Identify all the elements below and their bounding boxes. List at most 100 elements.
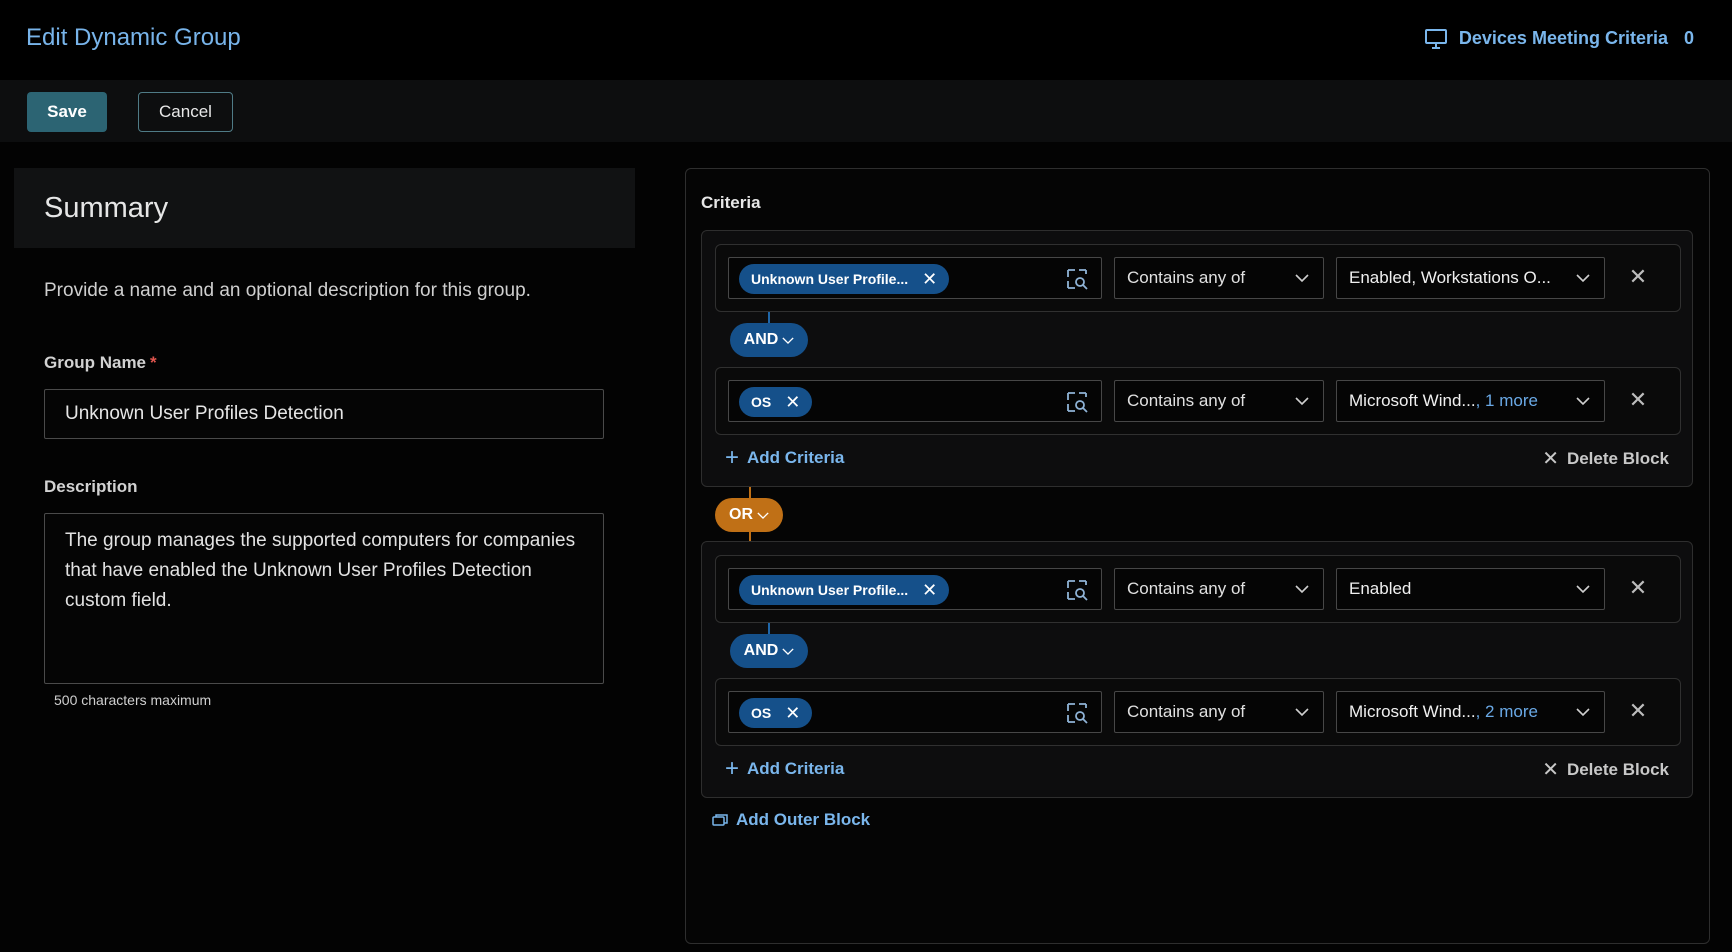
action-toolbar: Save Cancel	[0, 80, 1732, 142]
chevron-down-icon	[1576, 585, 1590, 594]
chevron-down-icon	[1576, 708, 1590, 717]
value-select[interactable]: Enabled, Workstations O...	[1336, 257, 1605, 299]
operator-select[interactable]: Contains any of	[1114, 257, 1324, 299]
description-label: Description	[44, 477, 138, 496]
field-selector[interactable]: OS ✕	[728, 691, 1102, 733]
add-block-icon	[712, 814, 728, 826]
operator-select[interactable]: Contains any of	[1114, 691, 1324, 733]
value-label: Microsoft Wind...	[1349, 391, 1476, 410]
add-criteria-button[interactable]: + Add Criteria	[725, 446, 844, 470]
description-textarea[interactable]: The group manages the supported computer…	[44, 513, 604, 684]
chevron-down-icon	[1295, 397, 1309, 406]
devices-count: 0	[1683, 28, 1694, 48]
and-label: AND	[743, 642, 779, 659]
operator-select[interactable]: Contains any of	[1114, 380, 1324, 422]
add-outer-block-button[interactable]: Add Outer Block	[712, 810, 870, 830]
field-picker-icon[interactable]	[1065, 267, 1089, 291]
group-name-label: Group Name *	[44, 353, 157, 373]
chevron-down-icon	[1295, 274, 1309, 283]
chevron-down-icon	[1576, 397, 1590, 406]
field-chip[interactable]: Unknown User Profile... ✕	[739, 264, 950, 294]
delete-block-button[interactable]: ✕ Delete Block	[1542, 446, 1669, 471]
chevron-down-icon	[1576, 274, 1590, 283]
monitor-icon	[1424, 28, 1447, 49]
delete-block-label: Delete Block	[1566, 448, 1669, 468]
value-label: Enabled, Workstations O...	[1349, 268, 1551, 287]
or-toggle[interactable]: OR	[715, 498, 783, 532]
add-criteria-label: Add Criteria	[747, 448, 845, 467]
field-selector[interactable]: Unknown User Profile... ✕	[728, 568, 1102, 610]
add-outer-block-label: Add Outer Block	[736, 810, 871, 829]
field-selector[interactable]: Unknown User Profile... ✕	[728, 257, 1102, 299]
value-select[interactable]: Microsoft Wind..., 2 more	[1336, 691, 1605, 733]
value-label: Enabled	[1349, 579, 1412, 598]
criteria-row: Unknown User Profile... ✕ Contains any o…	[715, 244, 1681, 312]
remove-row-icon[interactable]: ✕	[1628, 389, 1648, 411]
chevron-down-icon	[1295, 585, 1309, 594]
chip-remove-icon[interactable]: ✕	[922, 581, 937, 599]
field-chip-label: Unknown User Profile...	[751, 271, 909, 287]
cancel-button[interactable]: Cancel	[138, 92, 233, 132]
chevron-down-icon	[782, 647, 794, 655]
delete-block-label: Delete Block	[1566, 759, 1669, 779]
criteria-panel: Criteria Unknown User Profile... ✕ Conta…	[685, 168, 1710, 944]
chevron-down-icon	[757, 511, 769, 519]
chip-remove-icon[interactable]: ✕	[785, 704, 800, 722]
add-criteria-label: Add Criteria	[747, 759, 845, 778]
operator-select[interactable]: Contains any of	[1114, 568, 1324, 610]
field-chip[interactable]: OS ✕	[739, 698, 813, 728]
plus-icon: +	[725, 755, 740, 782]
criteria-block-1: Unknown User Profile... ✕ Contains any o…	[701, 230, 1693, 487]
page-title: Edit Dynamic Group	[26, 24, 241, 51]
and-label: AND	[743, 331, 779, 348]
remove-row-icon[interactable]: ✕	[1628, 266, 1648, 288]
description-hint: 500 characters maximum	[54, 692, 212, 708]
operator-label: Contains any of	[1127, 268, 1246, 287]
required-mark: *	[150, 353, 157, 372]
group-name-input[interactable]	[44, 389, 604, 439]
chevron-down-icon	[782, 336, 794, 344]
summary-title: Summary	[44, 192, 169, 224]
summary-header: Summary	[14, 168, 635, 248]
plus-icon: +	[725, 444, 740, 471]
summary-description: Provide a name and an optional descripti…	[44, 280, 531, 301]
group-name-label-text: Group Name	[44, 353, 147, 372]
remove-row-icon[interactable]: ✕	[1628, 700, 1648, 722]
top-bar: Edit Dynamic Group Devices Meeting Crite…	[0, 0, 1732, 80]
operator-label: Contains any of	[1127, 702, 1246, 721]
field-chip-label: OS	[751, 394, 772, 410]
chevron-down-icon	[1295, 708, 1309, 717]
value-select[interactable]: Enabled	[1336, 568, 1605, 610]
devices-meeting-criteria[interactable]: Devices Meeting Criteria 0	[1424, 28, 1694, 49]
field-chip-label: OS	[751, 705, 772, 721]
field-chip-label: Unknown User Profile...	[751, 582, 909, 598]
field-chip[interactable]: OS ✕	[739, 387, 813, 417]
criteria-row: OS ✕ Contains any of Microsoft Wind..., …	[715, 367, 1681, 435]
operator-label: Contains any of	[1127, 579, 1246, 598]
chip-remove-icon[interactable]: ✕	[785, 393, 800, 411]
value-more[interactable]: , 2 more	[1476, 702, 1538, 721]
field-selector[interactable]: OS ✕	[728, 380, 1102, 422]
value-more[interactable]: , 1 more	[1476, 391, 1538, 410]
or-label: OR	[729, 506, 753, 523]
close-icon: ✕	[1542, 448, 1559, 470]
value-label: Microsoft Wind...	[1349, 702, 1476, 721]
add-criteria-button[interactable]: + Add Criteria	[725, 757, 844, 781]
chip-remove-icon[interactable]: ✕	[922, 270, 937, 288]
close-icon: ✕	[1542, 759, 1559, 781]
criteria-block-2: Unknown User Profile... ✕ Contains any o…	[701, 541, 1693, 798]
criteria-title: Criteria	[701, 193, 761, 212]
delete-block-button[interactable]: ✕ Delete Block	[1542, 757, 1669, 782]
field-picker-icon[interactable]	[1065, 390, 1089, 414]
criteria-row: OS ✕ Contains any of Microsoft Wind..., …	[715, 678, 1681, 746]
devices-label: Devices Meeting Criteria	[1458, 28, 1668, 48]
value-select[interactable]: Microsoft Wind..., 1 more	[1336, 380, 1605, 422]
and-toggle[interactable]: AND	[730, 634, 808, 668]
field-picker-icon[interactable]	[1065, 701, 1089, 725]
save-button[interactable]: Save	[27, 92, 107, 132]
and-toggle[interactable]: AND	[730, 323, 808, 357]
operator-label: Contains any of	[1127, 391, 1246, 410]
remove-row-icon[interactable]: ✕	[1628, 577, 1648, 599]
field-chip[interactable]: Unknown User Profile... ✕	[739, 575, 950, 605]
field-picker-icon[interactable]	[1065, 578, 1089, 602]
